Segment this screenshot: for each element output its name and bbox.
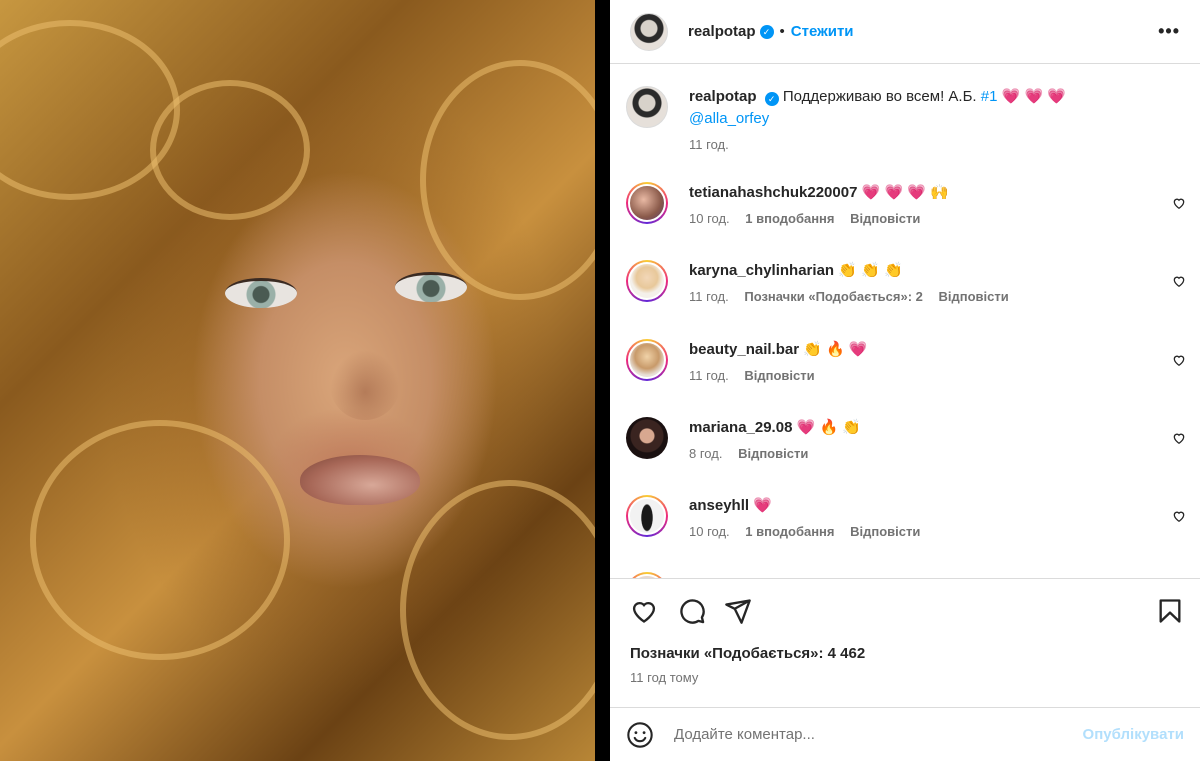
comment-username[interactable]: beauty_nail.bar <box>689 341 799 358</box>
author-avatar[interactable] <box>630 12 668 51</box>
comment-time: 11 год. <box>689 368 729 383</box>
comment-text-line: mariana_29.08 💗 🔥 👏 <box>689 417 1186 439</box>
comment-meta: 8 год. Відповісти <box>689 446 1186 461</box>
caption-time: 11 год. <box>689 137 729 152</box>
author-username[interactable]: realpotap <box>688 23 756 40</box>
post-panel: realpotap ✓ • Стежити ••• realpotap ✓ По… <box>610 0 1200 761</box>
publish-button[interactable]: Опублікувати <box>1083 726 1184 743</box>
verified-icon: ✓ <box>759 24 774 39</box>
comment-body: beauty_nail.bar 👏 🔥 💗 11 год. Відповісти <box>689 339 1186 383</box>
likes-count[interactable]: Позначки «Подобається»: 4 462 <box>630 645 865 662</box>
comment-username[interactable]: karyna_chylinharian <box>689 262 834 279</box>
comment-text-line: karyna_chylinharian 👏 👏 👏 <box>689 260 1186 282</box>
more-options-icon[interactable]: ••• <box>1158 21 1180 42</box>
action-bar <box>610 578 1200 638</box>
caption-body: realpotap ✓ Поддерживаю во всем! А.Б. #1… <box>689 86 1186 152</box>
author-avatar[interactable] <box>626 86 668 128</box>
comment-time: 10 год. <box>689 211 730 226</box>
comment-text-line: anseyhll 💗 <box>689 495 1186 517</box>
commenter-avatar[interactable] <box>626 339 668 381</box>
hashtag-link[interactable]: #1 <box>981 88 998 105</box>
like-comment-icon[interactable] <box>1172 509 1186 523</box>
eye-left <box>225 278 297 308</box>
like-comment-icon[interactable] <box>1172 196 1186 210</box>
reply-button[interactable]: Відповісти <box>850 211 920 226</box>
comment-item: beauty_nail.bar 👏 🔥 💗 11 год. Відповісти <box>626 339 1186 383</box>
like-comment-icon[interactable] <box>1172 274 1186 288</box>
follow-button[interactable]: Стежити <box>791 23 854 40</box>
divider <box>595 0 610 761</box>
comment-likes-count[interactable]: 1 вподобання <box>745 524 834 539</box>
hair-curl <box>400 480 595 740</box>
verified-icon: ✓ <box>764 92 779 106</box>
caption-text: Поддерживаю во всем! А.Б. <box>782 88 977 105</box>
like-icon[interactable] <box>630 597 658 625</box>
comment-icon[interactable] <box>678 597 706 625</box>
hair-curl <box>150 80 310 220</box>
comment-body: karyna_chylinharian 👏 👏 👏 11 год. Познач… <box>689 260 1186 304</box>
comment-text: 💗 <box>753 497 772 514</box>
comment-item: anseyhll 💗 10 год. 1 вподобання Відповіс… <box>626 495 1186 539</box>
comment-text-line: beauty_nail.bar 👏 🔥 💗 <box>689 339 1186 361</box>
post-header: realpotap ✓ • Стежити ••• <box>610 0 1200 64</box>
like-comment-icon[interactable] <box>1172 353 1186 367</box>
caption-text-line: realpotap ✓ Поддерживаю во всем! А.Б. #1… <box>689 86 1186 130</box>
comment-time: 11 год. <box>689 289 729 304</box>
hair-curl <box>30 420 290 660</box>
commenter-avatar[interactable] <box>626 260 668 302</box>
emoji-icon[interactable] <box>626 721 654 749</box>
commenter-avatar[interactable] <box>626 495 668 537</box>
comment-likes-count[interactable]: Позначки «Подобається»: 2 <box>744 289 923 304</box>
caption-username[interactable]: realpotap <box>689 88 757 105</box>
comment-meta: 10 год. 1 вподобання Відповісти <box>689 211 1186 226</box>
comment-username[interactable]: mariana_29.08 <box>689 419 792 436</box>
hair-curl <box>0 20 180 200</box>
caption-meta: 11 год. <box>689 137 1186 152</box>
comment-text: 💗 🔥 👏 <box>796 419 861 436</box>
post-time[interactable]: 11 год тому <box>630 670 698 685</box>
comment-meta: 11 год. Позначки «Подобається»: 2 Відпов… <box>689 289 1186 304</box>
commenter-avatar[interactable] <box>626 417 668 459</box>
comment-body: tetianahashchuk220007 💗 💗 💗 🙌 10 год. 1 … <box>689 182 1186 226</box>
bookmark-icon[interactable] <box>1156 597 1184 625</box>
comment-time: 8 год. <box>689 446 723 461</box>
lips <box>300 455 420 505</box>
caption: realpotap ✓ Поддерживаю во всем! А.Б. #1… <box>626 86 1186 152</box>
comment-text: 👏 🔥 💗 <box>803 341 868 358</box>
mention-link[interactable]: @alla_orfey <box>689 110 769 127</box>
like-comment-icon[interactable] <box>1172 431 1186 445</box>
hair-curl <box>420 60 595 300</box>
comment-likes-count[interactable]: 1 вподобання <box>745 211 834 226</box>
share-icon[interactable] <box>724 597 752 625</box>
comments-list[interactable]: realpotap ✓ Поддерживаю во всем! А.Б. #1… <box>610 65 1200 578</box>
comment-body: anseyhll 💗 10 год. 1 вподобання Відповіс… <box>689 495 1186 539</box>
reply-button[interactable]: Відповісти <box>738 446 808 461</box>
comment-item: tetianahashchuk220007 💗 💗 💗 🙌 10 год. 1 … <box>626 182 1186 226</box>
eye-right <box>395 272 467 302</box>
nose <box>330 350 400 420</box>
reply-button[interactable]: Відповісти <box>850 524 920 539</box>
comment-item: karyna_chylinharian 👏 👏 👏 11 год. Познач… <box>626 260 1186 304</box>
separator-dot: • <box>779 23 785 40</box>
post-photo[interactable] <box>0 0 595 761</box>
comment-meta: 10 год. 1 вподобання Відповісти <box>689 524 1186 539</box>
comment-text: 👏 👏 👏 <box>838 262 903 279</box>
comment-text: 💗 💗 💗 🙌 <box>861 184 949 201</box>
comment-username[interactable]: anseyhll <box>689 497 749 514</box>
comment-input[interactable] <box>674 726 1083 743</box>
comment-body: mariana_29.08 💗 🔥 👏 8 год. Відповісти <box>689 417 1186 461</box>
comment-item: mariana_29.08 💗 🔥 👏 8 год. Відповісти <box>626 417 1186 461</box>
comment-time: 10 год. <box>689 524 730 539</box>
comment-meta: 11 год. Відповісти <box>689 368 1186 383</box>
comment-composer: Опублікувати <box>610 707 1200 761</box>
commenter-avatar[interactable] <box>626 182 668 224</box>
reply-button[interactable]: Відповісти <box>939 289 1009 304</box>
caption-emoji: 💗 💗 💗 <box>1001 88 1067 105</box>
reply-button[interactable]: Відповісти <box>744 368 814 383</box>
comment-username[interactable]: tetianahashchuk220007 <box>689 184 857 201</box>
comment-text-line: tetianahashchuk220007 💗 💗 💗 🙌 <box>689 182 1186 204</box>
